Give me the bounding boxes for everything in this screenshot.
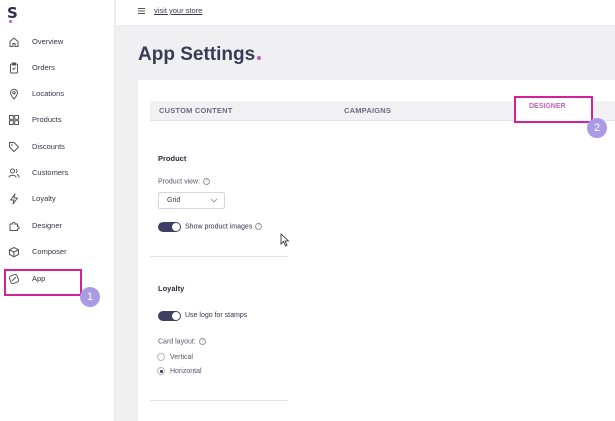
sidebar-item-overview[interactable]: Overview — [0, 33, 115, 53]
use-logo-stamps-toggle[interactable] — [158, 311, 181, 321]
page-title: App Settings — [138, 44, 262, 66]
title-accent-dot — [257, 56, 262, 60]
users-icon — [8, 168, 20, 178]
map-pin-icon — [9, 88, 19, 100]
show-product-images-label: Show product images? — [185, 223, 263, 231]
show-product-images-text: Show product images — [185, 223, 253, 231]
product-view-value: Grid — [167, 197, 181, 204]
hamburger-icon[interactable] — [138, 8, 145, 14]
puzzle-icon — [9, 221, 20, 231]
sidebar-item-label: Designer — [32, 221, 63, 230]
show-product-images-toggle[interactable] — [158, 222, 181, 232]
sidebar-item-label: Customers — [32, 168, 69, 177]
sidebar-item-label: Locations — [32, 89, 65, 98]
sidebar-item-locations[interactable]: Locations — [0, 85, 115, 105]
mouse-cursor-icon — [280, 233, 290, 247]
app-highlight-box — [4, 269, 82, 296]
chevron-down-icon — [210, 198, 218, 203]
radio-horizontal[interactable] — [157, 367, 165, 375]
product-view-select[interactable]: Grid — [158, 192, 225, 209]
visit-store-link[interactable]: visit your store — [154, 6, 202, 15]
help-icon[interactable]: ? — [203, 178, 211, 185]
sidebar-item-composer[interactable]: Composer — [0, 243, 115, 263]
sidebar-item-label: Loyalty — [32, 194, 56, 203]
sidebar-item-products[interactable]: Products — [0, 111, 115, 131]
sidebar-item-customers[interactable]: Customers — [0, 164, 115, 184]
sidebar-item-label: Discounts — [32, 142, 65, 151]
loyalty-section-title: Loyalty — [158, 284, 185, 293]
use-logo-stamps-label: Use logo for stamps — [185, 312, 248, 319]
home-icon — [9, 37, 19, 47]
step-1-badge: 1 — [80, 287, 100, 307]
tag-icon — [9, 142, 20, 153]
radio-horizontal-label: Horizontal — [170, 368, 202, 375]
sidebar: S Overview Orders Locations Products Dis… — [0, 0, 115, 421]
section-divider — [150, 256, 288, 257]
settings-card — [138, 80, 615, 421]
help-icon[interactable]: ? — [198, 338, 206, 345]
radio-vertical-label: Vertical — [170, 354, 193, 361]
top-bar: visit your store — [116, 0, 615, 26]
sidebar-item-loyalty[interactable]: Loyalty — [0, 190, 115, 210]
tab-campaigns[interactable]: CAMPAIGNS — [344, 106, 391, 115]
grid-icon — [9, 115, 19, 125]
sidebar-item-discounts[interactable]: Discounts — [0, 138, 115, 158]
sidebar-item-label: Orders — [32, 63, 55, 72]
toggle-knob — [172, 223, 180, 231]
card-layout-label-text: Card layout: — [158, 338, 196, 346]
lightning-icon — [10, 193, 18, 205]
logo-accent-dot — [9, 20, 12, 23]
card-layout-label: Card layout:? — [158, 338, 206, 345]
tab-designer[interactable]: DESIGNER — [529, 103, 566, 110]
section-divider — [150, 400, 288, 401]
step-2-badge: 2 — [587, 118, 607, 138]
radio-vertical[interactable] — [157, 353, 165, 361]
sidebar-item-label: Composer — [32, 247, 67, 256]
product-section-title: Product — [158, 154, 187, 163]
sidebar-item-label: Products — [32, 115, 62, 124]
clipboard-icon — [10, 62, 18, 74]
toggle-knob — [172, 312, 180, 320]
box-icon — [9, 247, 19, 258]
product-view-label-text: Product view: — [158, 178, 201, 186]
tab-custom-content[interactable]: CUSTOM CONTENT — [159, 106, 233, 115]
product-view-label: Product view:? — [158, 178, 211, 186]
sidebar-item-orders[interactable]: Orders — [0, 59, 115, 79]
sidebar-item-label: Overview — [32, 37, 64, 46]
page-title-text: App Settings — [138, 44, 256, 65]
sidebar-item-designer[interactable]: Designer — [0, 217, 115, 237]
help-icon[interactable]: ? — [255, 223, 263, 230]
